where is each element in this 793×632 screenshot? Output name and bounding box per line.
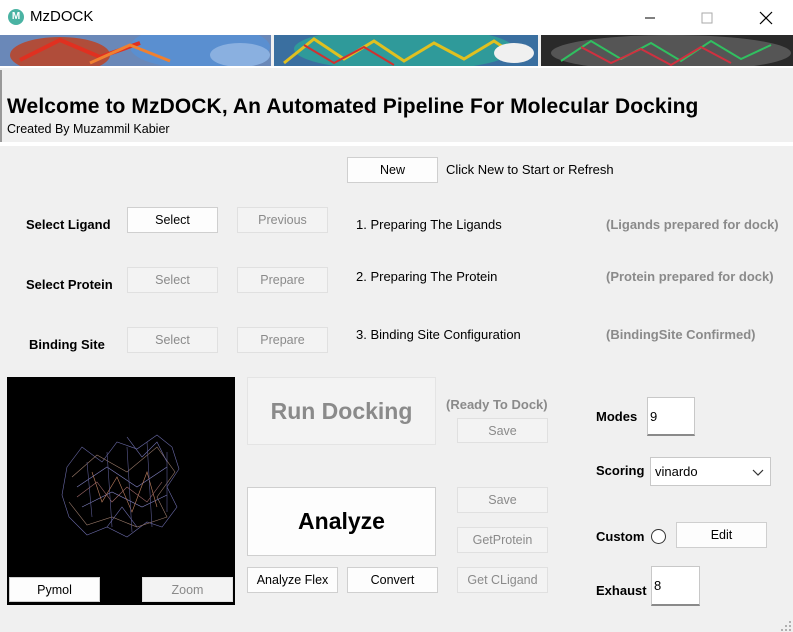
edit-button[interactable]: Edit [676,522,767,548]
scoring-select[interactable]: vinardo [650,457,771,486]
modes-label: Modes [596,409,638,424]
protein-status: (Protein prepared for dock) [606,269,774,284]
ligand-status: (Ligands prepared for dock) [606,217,779,232]
page-subtitle: Created By Muzammil Kabier [7,122,170,136]
maximize-icon [701,12,713,23]
select-ligand-label: Select Ligand [26,217,111,232]
close-button[interactable] [743,0,789,35]
docking-status: (Ready To Dock) [446,397,548,412]
exhaust-input[interactable]: 8 [651,566,700,606]
get-cligand-button[interactable]: Get CLigand [457,567,548,593]
banner-image-2 [274,35,538,66]
minimize-icon [645,17,655,18]
banner-image-1 [0,35,271,66]
select-protein-button[interactable]: Select [127,267,218,293]
analyze-flex-button[interactable]: Analyze Flex [247,567,338,593]
step-2-text: 2. Preparing The Protein [356,269,498,284]
prepare-protein-button[interactable]: Prepare [237,267,328,293]
prepare-binding-site-button[interactable]: Prepare [237,327,328,353]
minimize-button[interactable] [627,0,673,35]
custom-label: Custom [596,529,645,544]
new-hint: Click New to Start or Refresh [446,162,614,177]
close-icon [759,11,773,24]
binding-site-label: Binding Site [29,337,105,352]
step-3-text: 3. Binding Site Configuration [356,327,521,342]
modes-input[interactable]: 9 [647,397,695,436]
scoring-label: Scoring [596,463,645,478]
pymol-button[interactable]: Pymol [9,577,100,602]
chevron-down-icon [752,469,764,476]
molecule-viewer[interactable] [7,377,235,605]
window-title: MzDOCK [30,8,94,25]
zoom-button[interactable]: Zoom [142,577,233,602]
get-protein-button[interactable]: GetProtein [457,527,548,553]
app-icon: M [8,9,24,25]
analyze-button[interactable]: Analyze [247,487,436,556]
protein-structure-image [61,434,180,538]
new-button[interactable]: New [347,157,438,183]
binding-site-status: (BindingSite Confirmed) [606,327,756,342]
save-analysis-button[interactable]: Save [457,487,548,513]
step-1-text: 1. Preparing The Ligands [356,217,502,232]
select-binding-site-button[interactable]: Select [127,327,218,353]
select-protein-label: Select Protein [26,277,113,292]
convert-button[interactable]: Convert [347,567,438,593]
previous-button[interactable]: Previous [237,207,328,233]
title-bar [0,0,793,35]
banner-image-3 [541,35,793,66]
run-docking-button[interactable]: Run Docking [247,377,436,445]
header-divider [0,70,2,142]
custom-radio[interactable] [651,529,666,544]
page-title: Welcome to MzDOCK, An Automated Pipeline… [7,95,699,118]
header-separator [0,142,793,146]
scoring-value: vinardo [655,464,698,479]
select-ligand-button[interactable]: Select [127,207,218,233]
exhaust-label: Exhaust [596,583,647,598]
maximize-button[interactable] [684,0,730,35]
resize-grip-icon[interactable] [780,620,792,632]
save-docking-button[interactable]: Save [457,418,548,443]
